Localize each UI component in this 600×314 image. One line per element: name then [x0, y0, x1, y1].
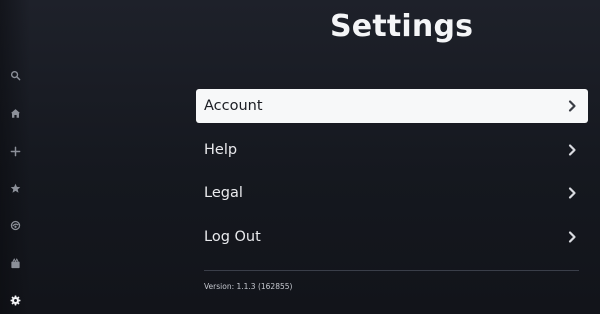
chevron-right-icon — [565, 99, 579, 113]
menu-item-label: Legal — [204, 185, 243, 201]
menu-item-label: Log Out — [204, 228, 261, 245]
search-icon[interactable] — [7, 67, 23, 83]
movies-icon[interactable] — [7, 255, 23, 271]
menu-item-account[interactable]: Account — [196, 89, 588, 123]
chevron-right-icon — [565, 186, 579, 200]
settings-menu: Account Help Legal Log Out — [196, 89, 588, 263]
chevron-right-icon — [565, 230, 579, 244]
menu-item-help[interactable]: Help — [196, 133, 588, 167]
menu-item-label: Account — [204, 98, 263, 114]
originals-icon[interactable] — [7, 217, 23, 233]
home-icon[interactable] — [7, 105, 23, 121]
footer-divider — [204, 270, 579, 271]
menu-item-log-out[interactable]: Log Out — [196, 220, 588, 254]
menu-item-label: Help — [204, 141, 238, 158]
version-text: Version: 1.1.3 (162855) — [204, 282, 293, 291]
star-icon[interactable] — [7, 180, 23, 196]
chevron-right-icon — [565, 143, 579, 157]
sidebar — [0, 0, 30, 314]
page-title: Settings — [330, 9, 474, 44]
menu-item-legal[interactable]: Legal — [196, 176, 588, 210]
plus-icon[interactable] — [7, 143, 23, 159]
gear-icon[interactable] — [7, 292, 23, 308]
